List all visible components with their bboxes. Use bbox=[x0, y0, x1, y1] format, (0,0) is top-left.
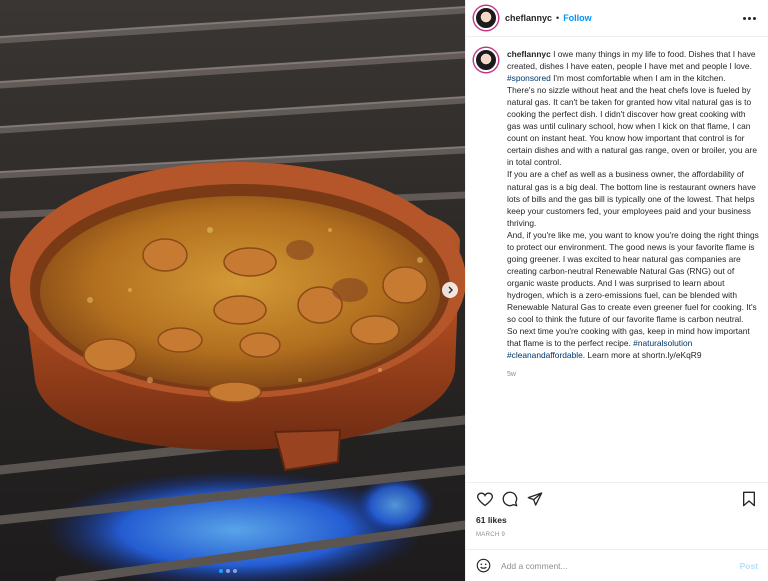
caption-username[interactable]: cheflannyc bbox=[507, 49, 551, 59]
caption-area: cheflannyc I owe many things in my life … bbox=[466, 38, 768, 482]
likes-count[interactable]: 61 likes bbox=[476, 515, 507, 525]
username-link[interactable]: cheflannyc bbox=[505, 13, 552, 23]
hashtag-link[interactable]: #sponsored bbox=[507, 73, 551, 83]
bookmark-icon bbox=[743, 491, 755, 507]
chevron-right-icon bbox=[448, 286, 453, 294]
carousel-indicator bbox=[219, 569, 237, 573]
caption-paragraph: . Learn more at shortn.ly/eKqR9 bbox=[582, 350, 702, 361]
post-header: cheflannyc • Follow bbox=[466, 0, 768, 37]
carousel-dot bbox=[219, 569, 223, 573]
more-options-icon[interactable] bbox=[739, 13, 760, 24]
carousel-dot bbox=[233, 569, 237, 573]
dish-on-stove-image bbox=[0, 0, 465, 581]
post-age[interactable]: 5w bbox=[507, 369, 760, 381]
post-sidebar: cheflannyc • Follow cheflannyc I owe man… bbox=[465, 0, 768, 581]
carousel-dot bbox=[226, 569, 230, 573]
comment-bar: Post bbox=[466, 549, 768, 581]
caption-paragraph: There's no sizzle without heat and the h… bbox=[507, 85, 758, 168]
comment-button[interactable] bbox=[501, 490, 519, 508]
action-bar bbox=[466, 482, 768, 515]
follow-button[interactable]: Follow bbox=[563, 13, 592, 23]
comment-input[interactable] bbox=[501, 560, 740, 571]
caption-paragraph: And, if you're like me, you want to know… bbox=[507, 229, 759, 325]
share-button[interactable] bbox=[526, 490, 544, 508]
post-comment-button[interactable]: Post bbox=[740, 561, 758, 571]
caption-paragraph: If you are a chef as well as a business … bbox=[507, 169, 756, 228]
separator-dot: • bbox=[556, 13, 560, 23]
heart-icon bbox=[477, 491, 493, 506]
post-photo bbox=[0, 0, 465, 581]
avatar[interactable] bbox=[474, 6, 498, 30]
caption-paragraph: So next time you're cooking with gas, ke… bbox=[507, 326, 750, 349]
post-date: MARCH 9 bbox=[476, 532, 506, 538]
paper-plane-icon bbox=[527, 492, 543, 506]
hashtag-link[interactable]: #cleanandaffordable bbox=[507, 350, 583, 360]
save-button[interactable] bbox=[740, 490, 758, 508]
caption-paragraph: I'm most comfortable when I am in the ki… bbox=[550, 73, 726, 84]
hashtag-link[interactable]: #naturalsolution bbox=[633, 338, 692, 348]
carousel-next-button[interactable] bbox=[442, 282, 458, 298]
comment-icon bbox=[502, 491, 518, 507]
like-button[interactable] bbox=[476, 490, 494, 508]
smiley-icon[interactable] bbox=[476, 558, 491, 573]
avatar[interactable] bbox=[474, 48, 498, 72]
caption-text: cheflannyc I owe many things in my life … bbox=[507, 48, 760, 482]
